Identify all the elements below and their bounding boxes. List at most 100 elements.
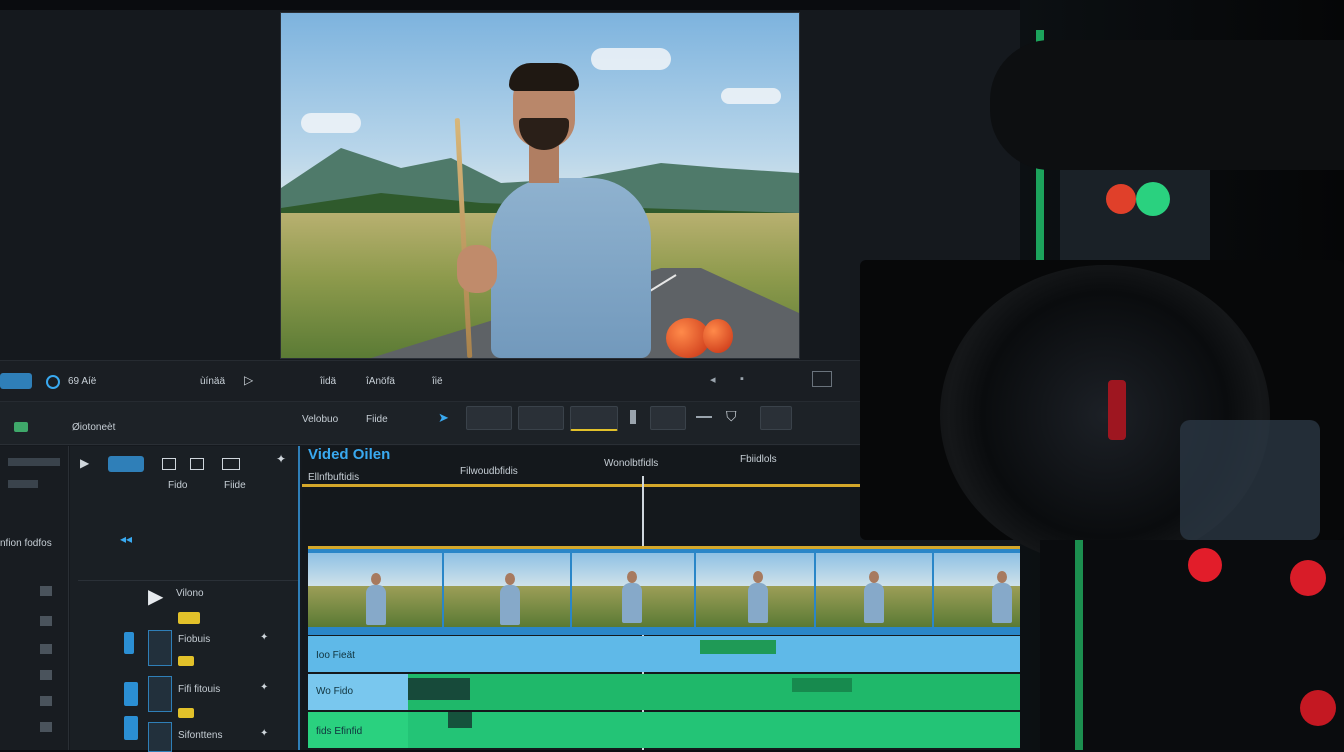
item-marker — [40, 696, 52, 706]
lens-marker — [1108, 380, 1126, 440]
clip-thumbnail[interactable] — [696, 553, 814, 627]
play-icon[interactable]: ▷ — [244, 373, 253, 387]
person-hand — [457, 245, 497, 293]
minus-icon[interactable] — [696, 416, 712, 418]
time-ruler[interactable] — [302, 484, 860, 487]
star-icon[interactable]: ✦ — [260, 682, 268, 693]
status-light-green — [1136, 182, 1170, 216]
tool-button[interactable] — [760, 406, 792, 430]
record-icon[interactable] — [46, 375, 60, 389]
item-marker — [40, 722, 52, 732]
ruler-label: Fbiidlols — [740, 454, 777, 465]
effects-panel: ▶ ✦ Fido Fiide ◂◂ ▶ Vilono Fiobuis ✦ Fif… — [70, 446, 300, 752]
tally-light-icon — [1300, 690, 1336, 726]
play-icon[interactable]: ▶ — [80, 456, 89, 470]
select-tool-icon[interactable]: ➤ — [438, 410, 449, 426]
audio-clip[interactable] — [700, 640, 776, 654]
panel-label: nfion fodfos — [0, 538, 52, 549]
tool-button[interactable] — [518, 406, 564, 430]
toolbar-tab[interactable]: Velobuo — [302, 414, 338, 425]
audio-clip[interactable] — [792, 678, 852, 692]
effect-item[interactable]: Fiobuis — [178, 634, 210, 645]
audio-clip[interactable] — [448, 712, 472, 728]
view-icon[interactable] — [190, 458, 204, 470]
effect-thumb[interactable] — [148, 630, 172, 666]
ruler-label: Wonolbtfidls — [604, 458, 659, 469]
track-label: Ioo Fieät — [316, 650, 355, 661]
status-light-red — [1106, 184, 1136, 214]
panel-header — [8, 458, 60, 466]
view-icon[interactable] — [162, 458, 176, 470]
transport-label: ùínää — [200, 376, 226, 387]
effect-item[interactable]: Fifi fitouis — [178, 684, 220, 695]
shield-icon[interactable]: ⛉ — [726, 408, 737, 425]
item-marker — [40, 670, 52, 680]
track-marker — [124, 682, 138, 706]
audio-track[interactable]: fids Efinfid — [308, 712, 1048, 748]
transport-label: 69 Aíë — [68, 376, 97, 387]
monitor-bezel — [0, 0, 1070, 10]
razor-icon[interactable] — [630, 410, 636, 424]
clip-thumbnail[interactable] — [308, 553, 442, 627]
clip-thumbnail[interactable] — [444, 553, 570, 627]
track-label: Wo Fido — [316, 686, 354, 697]
camera-handle — [990, 40, 1344, 170]
person-shirt — [491, 178, 651, 358]
effect-thumb[interactable] — [148, 676, 172, 712]
effect-thumb[interactable] — [148, 722, 172, 752]
tally-light-icon — [1188, 548, 1222, 582]
person-hair — [509, 63, 579, 91]
clip-thumbnail[interactable] — [816, 553, 932, 627]
column-header: Fido — [168, 480, 188, 491]
play-icon[interactable]: ▶ — [148, 584, 163, 609]
audio-track[interactable]: Wo Fido — [308, 674, 1048, 710]
tool-button[interactable] — [650, 406, 686, 430]
view-icon[interactable] — [222, 458, 240, 470]
monitor-edge — [1075, 540, 1083, 750]
toolbar-section-label: Øiotoneèt — [72, 422, 116, 433]
active-tab[interactable] — [108, 456, 144, 472]
sequence-title: Vided Oilen — [308, 446, 391, 463]
sequence-subtitle: Ellnfbuftidis — [308, 472, 360, 483]
back-icon[interactable]: ◂◂ — [120, 532, 132, 546]
toolbar-tab[interactable]: Fiide — [366, 414, 388, 425]
media-panel: nfion fodfos — [0, 446, 69, 750]
ruler-label: Filwoudbfidis — [460, 466, 518, 477]
column-header: Fiide — [224, 480, 246, 491]
tally-light-icon — [1290, 560, 1326, 596]
effect-badge — [178, 612, 200, 624]
divider — [78, 580, 298, 581]
effect-badge — [178, 708, 194, 718]
camera-viewfinder — [1180, 420, 1320, 540]
fullscreen-icon[interactable] — [812, 371, 832, 387]
audio-track[interactable]: Ioo Fieät — [308, 636, 1048, 672]
item-marker — [40, 644, 52, 654]
item-marker — [40, 586, 52, 596]
volume-icon[interactable]: ◂ — [710, 373, 716, 386]
effect-badge — [178, 656, 194, 666]
tool-button-active[interactable] — [570, 406, 618, 431]
editor-toolbar: Øiotoneèt Velobuo Fiide ➤ ⛉ — [0, 402, 860, 445]
track-label: fids Efinfid — [316, 726, 363, 737]
pin-icon[interactable]: ✦ — [276, 452, 286, 466]
video-track[interactable] — [308, 546, 1048, 635]
grid-icon[interactable] — [14, 422, 28, 432]
panel-header — [8, 480, 38, 488]
effect-item[interactable]: Vilono — [176, 588, 204, 599]
effect-item[interactable]: Sifonttens — [178, 730, 222, 741]
transport-bar: 69 Aíë ùínää ▷ îidä îAnöfä îië ◂ ▪ — [0, 360, 860, 402]
audio-clip[interactable] — [408, 678, 470, 700]
tool-button[interactable] — [466, 406, 512, 430]
transport-label: îië — [432, 376, 443, 387]
fruit — [703, 319, 733, 353]
transport-label: îidä — [320, 376, 337, 387]
track-marker — [124, 632, 134, 654]
video-preview[interactable] — [280, 12, 800, 359]
clip-thumbnail[interactable] — [572, 553, 694, 627]
star-icon[interactable]: ✦ — [260, 728, 268, 739]
star-icon[interactable]: ✦ — [260, 632, 268, 643]
track-marker — [124, 716, 138, 740]
item-marker — [40, 616, 52, 626]
mode-toggle[interactable] — [0, 373, 32, 389]
settings-icon[interactable]: ▪ — [740, 373, 744, 385]
